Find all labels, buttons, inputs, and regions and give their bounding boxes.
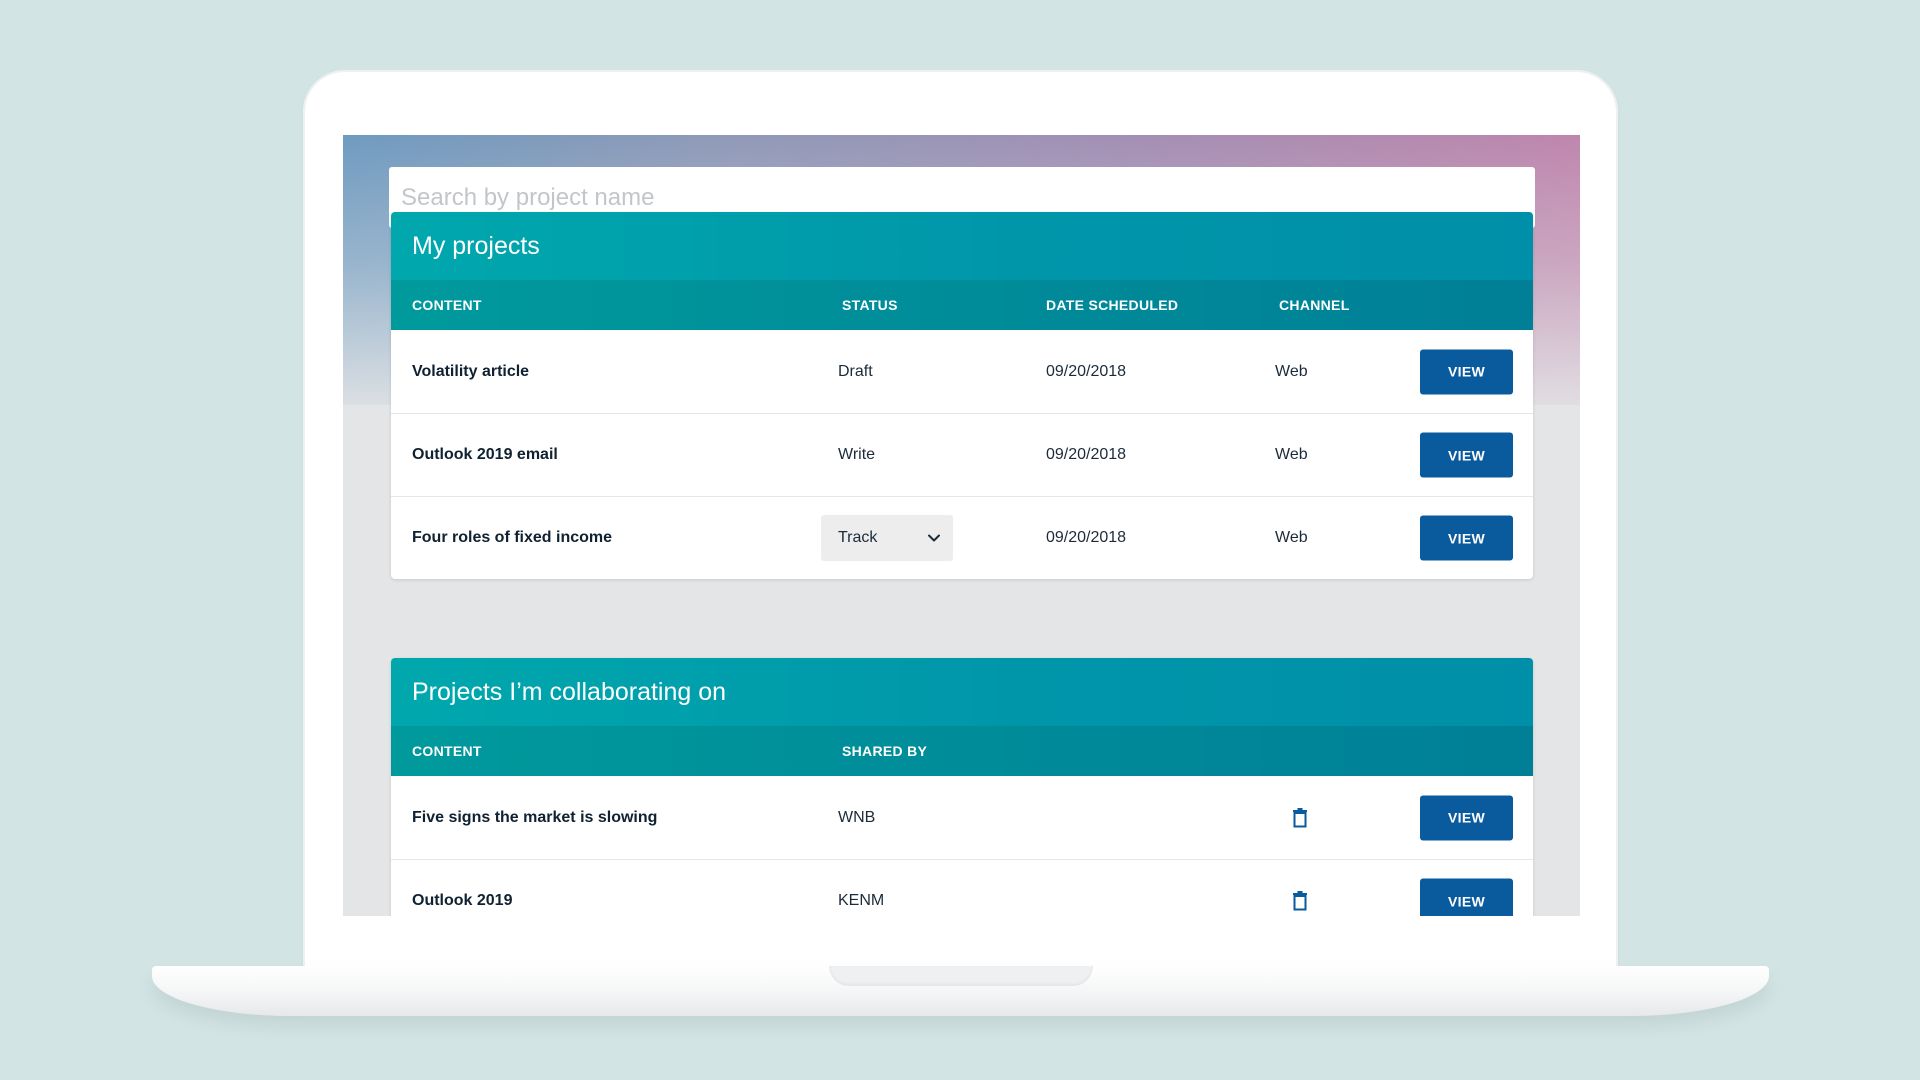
status-text: Draft [838,362,873,380]
content-title: Four roles of fixed income [412,529,613,546]
column-header-status: STATUS [842,297,898,313]
view-button[interactable]: VIEW [1420,795,1513,840]
card-title: Projects I’m collaborating on [391,658,1533,726]
channel: Web [1275,362,1308,380]
table-row: Outlook 2019 email Write 09/20/2018 Web … [391,413,1533,496]
column-header-channel: CHANNEL [1279,297,1350,313]
view-button[interactable]: VIEW [1420,878,1513,916]
table-row: Volatility article Draft 09/20/2018 Web … [391,330,1533,413]
table-body: Volatility article Draft 09/20/2018 Web … [391,330,1533,579]
table-row: Four roles of fixed income Track 09/20/2… [391,496,1533,579]
column-header-content: CONTENT [412,743,482,759]
shared-by: KENM [838,892,885,909]
chevron-down-icon [928,534,940,542]
column-header-date-scheduled: DATE SCHEDULED [1046,297,1179,313]
column-header-content: CONTENT [412,297,482,313]
view-button[interactable]: VIEW [1420,515,1513,561]
table-header: CONTENT SHARED BY [391,726,1533,776]
view-button[interactable]: VIEW [1420,349,1513,394]
date-scheduled: 09/20/2018 [1046,446,1127,463]
app-screen: My projects CONTENT STATUS DATE SCHEDULE… [343,135,1580,916]
table-header: CONTENT STATUS DATE SCHEDULED CHANNEL [391,280,1533,330]
trash-icon[interactable] [1292,807,1308,828]
date-scheduled: 09/20/2018 [1046,529,1127,546]
content-title: Volatility article [412,362,530,380]
table-body: Five signs the market is slowing WNB VIE… [391,776,1533,916]
device-mockup: My projects CONTENT STATUS DATE SCHEDULE… [0,0,1920,1080]
trash-icon[interactable] [1292,891,1308,911]
collaborating-projects-card: Projects I’m collaborating on CONTENT SH… [391,658,1533,916]
channel: Web [1275,529,1308,546]
status-dropdown-value: Track [838,529,878,546]
column-header-shared-by: SHARED BY [842,743,928,759]
laptop-notch [829,966,1093,986]
date-scheduled: 09/20/2018 [1046,362,1127,380]
channel: Web [1275,446,1308,463]
view-button[interactable]: VIEW [1420,432,1513,478]
status-text: Write [838,446,876,463]
content-title: Five signs the market is slowing [412,808,658,826]
status-dropdown[interactable]: Track [821,515,953,561]
content-title: Outlook 2019 [412,892,513,909]
shared-by: WNB [838,808,876,826]
card-title: My projects [391,212,1533,280]
content-title: Outlook 2019 email [412,446,558,463]
table-row: Outlook 2019 KENM VIEW [391,859,1533,916]
my-projects-card: My projects CONTENT STATUS DATE SCHEDULE… [391,212,1533,579]
table-row: Five signs the market is slowing WNB VIE… [391,776,1533,859]
